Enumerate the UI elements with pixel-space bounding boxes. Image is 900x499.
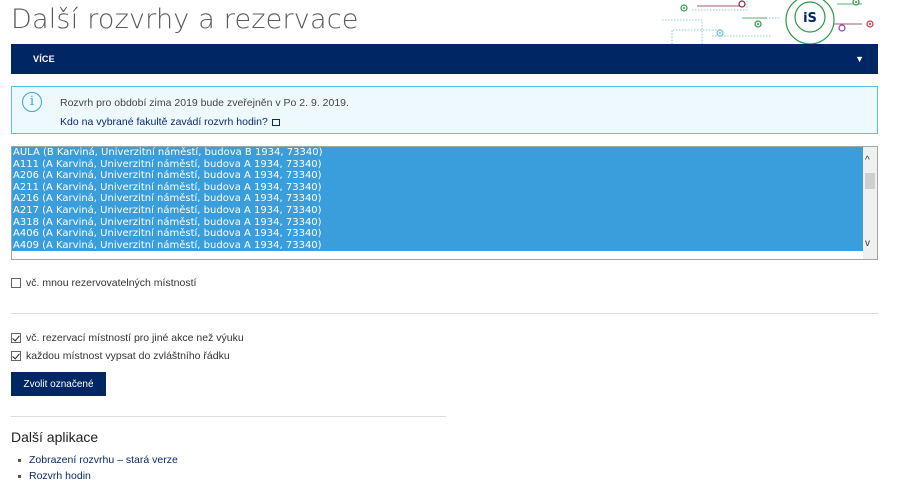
caret-down-icon[interactable]: ▼ <box>855 54 864 64</box>
room-option[interactable]: A318 (A Karviná, Univerzitní náměstí, bu… <box>12 216 863 229</box>
list-item: Rozvrh hodin <box>18 468 178 484</box>
include-other-events-checkbox[interactable] <box>11 333 21 343</box>
room-option[interactable]: A216 (A Karviná, Univerzitní náměstí, bu… <box>12 193 863 205</box>
app-link-schedule[interactable]: Rozvrh hodin <box>29 470 91 482</box>
is-logo-circuit-art: iS <box>662 0 874 44</box>
room-option[interactable]: A111 (A Karviná, Univerzitní náměstí, bu… <box>12 158 863 171</box>
page-title: Další rozvrhy a rezervace <box>11 4 359 35</box>
top-navbar: VÍCE ▼ <box>11 44 878 74</box>
room-option[interactable]: A409 (A Karviná, Univerzitní náměstí, bu… <box>12 239 863 252</box>
include-other-events-option[interactable]: vč. rezervací místností pro jiné akce ne… <box>11 332 244 344</box>
faculty-schedule-link[interactable]: Kdo na vybrané fakultě zavádí rozvrh hod… <box>60 116 280 128</box>
include-other-events-label: vč. rezervací místností pro jiné akce ne… <box>26 332 244 344</box>
info-alert: i Rozvrh pro období zima 2019 bude zveře… <box>11 86 878 134</box>
scroll-up-icon[interactable]: ^ <box>865 155 870 166</box>
room-option[interactable]: A206 (A Karviná, Univerzitní náměstí, bu… <box>12 170 863 182</box>
info-icon: i <box>22 92 42 112</box>
room-option[interactable]: AULA (B Karviná, Univerzitní náměstí, bu… <box>12 147 863 159</box>
faculty-schedule-link-text: Kdo na vybrané fakultě zavádí rozvrh hod… <box>60 116 268 128</box>
info-message: Rozvrh pro období zima 2019 bude zveřejn… <box>60 97 349 109</box>
include-many-rooms-label: vč. mnou rezervovatelných místností <box>26 277 197 289</box>
room-options: AULA (B Karviná, Univerzitní náměstí, bu… <box>12 147 863 252</box>
external-window-icon <box>271 118 280 126</box>
room-select-list[interactable]: AULA (B Karviná, Univerzitní náměstí, bu… <box>11 146 878 260</box>
select-marked-button[interactable]: Zvolit označené <box>11 372 106 396</box>
room-option[interactable]: A211 (A Karviná, Univerzitní náměstí, bu… <box>12 181 863 194</box>
each-room-row-option[interactable]: každou místnost vypsat do zvláštního řád… <box>11 350 230 362</box>
app-link-old-schedule[interactable]: Zobrazení rozvrhu – stará verze <box>29 454 178 466</box>
list-item: Zobrazení rozvrhu – stará verze <box>18 452 178 468</box>
scroll-down-icon[interactable]: v <box>865 238 870 249</box>
more-menu-link[interactable]: VÍCE <box>33 54 55 64</box>
other-apps-title: Další aplikace <box>11 429 99 445</box>
room-option[interactable]: A406 (A Karviná, Univerzitní náměstí, bu… <box>12 228 863 240</box>
bullet <box>18 474 21 478</box>
logo-text: iS <box>803 11 817 26</box>
other-apps-list: Zobrazení rozvrhu – stará verze Rozvrh h… <box>18 452 178 484</box>
list-scrollbar[interactable]: ^ v <box>863 147 877 259</box>
include-many-rooms-option[interactable]: vč. mnou rezervovatelných místností <box>11 277 196 289</box>
scroll-thumb[interactable] <box>865 173 875 189</box>
divider <box>11 416 446 417</box>
include-many-rooms-checkbox[interactable] <box>11 278 21 288</box>
divider <box>11 313 878 314</box>
each-room-row-label: každou místnost vypsat do zvláštního řád… <box>26 350 230 362</box>
each-room-row-checkbox[interactable] <box>11 351 21 361</box>
bullet <box>18 458 21 462</box>
room-option[interactable]: A217 (A Karviná, Univerzitní náměstí, bu… <box>12 204 863 217</box>
